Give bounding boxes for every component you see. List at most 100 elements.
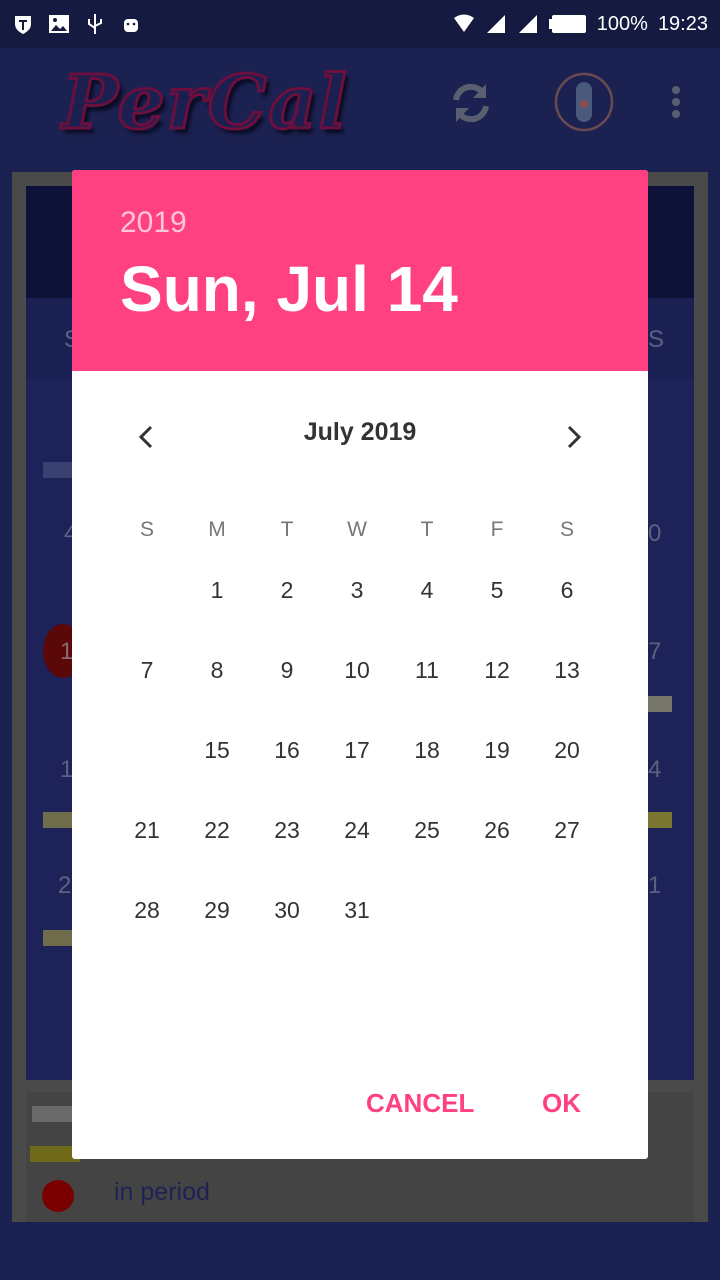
chevron-left-icon[interactable] (132, 422, 162, 452)
battery-percent: 100% (596, 12, 648, 35)
day-cell[interactable]: 17 (322, 710, 392, 790)
day-cell[interactable]: 24 (322, 790, 392, 870)
day-cell[interactable]: 3 (322, 550, 392, 630)
bg-fragment: 2 (58, 872, 72, 899)
cancel-button[interactable]: CANCEL (366, 1088, 474, 1119)
empty-cell (112, 550, 182, 630)
day-number: 30 (274, 897, 300, 923)
legend-label-period: in period (114, 1178, 210, 1206)
weekday-label: F (490, 518, 504, 541)
week-row: 28 29 30 31 (112, 870, 602, 950)
more-vert-icon[interactable] (666, 84, 686, 124)
android-icon (124, 19, 138, 32)
day-number: 10 (344, 657, 370, 683)
bg-fragment: 0 (648, 520, 662, 547)
day-cell[interactable]: 7 (112, 630, 182, 710)
app-bar: PerCal (0, 48, 720, 170)
day-cell[interactable]: 27 (532, 790, 602, 870)
day-number: 3 (350, 577, 364, 603)
day-number: 5 (490, 577, 504, 603)
status-bar: 100% 19:23 (0, 0, 720, 48)
day-cell[interactable]: 10 (322, 630, 392, 710)
day-cell[interactable]: 20 (532, 710, 602, 790)
day-cell[interactable]: 29 (182, 870, 252, 950)
day-cell[interactable]: 11 (392, 630, 462, 710)
sync-icon[interactable] (446, 78, 496, 128)
week-row: 21 22 23 24 25 26 27 (112, 790, 602, 870)
empty-cell (392, 870, 462, 950)
weekday-label: S (139, 518, 154, 541)
day-cell[interactable]: 21 (112, 790, 182, 870)
day-cell[interactable]: 26 (462, 790, 532, 870)
selected-date-label: Sun, Jul 14 (120, 253, 458, 325)
usb-icon (88, 14, 102, 34)
day-number: 31 (344, 897, 370, 923)
bg-fragment: 1 (648, 872, 662, 899)
shield-icon (15, 16, 31, 34)
day-number: 2 (280, 577, 294, 603)
day-number: 15 (204, 737, 230, 763)
day-cell[interactable]: 12 (462, 630, 532, 710)
week-row: 7 8 9 10 11 12 13 (112, 630, 602, 710)
day-number: 6 (560, 577, 574, 603)
ok-button[interactable]: OK (542, 1088, 581, 1119)
weekday-label: T (420, 518, 434, 541)
weekday-label: S (559, 518, 574, 541)
day-number: 12 (484, 657, 510, 683)
day-number: 20 (554, 737, 580, 763)
weekday-label: T (280, 518, 294, 541)
day-cell[interactable]: 6 (532, 550, 602, 630)
day-number: 18 (414, 737, 440, 763)
legend-swatch-period (42, 1180, 74, 1212)
bg-fragment: 7 (648, 638, 662, 665)
image-icon (49, 15, 69, 33)
weekday-header: SMTWTFS (112, 510, 602, 550)
day-number: 13 (554, 657, 580, 683)
day-cell[interactable]: 8 (182, 630, 252, 710)
day-cell[interactable]: 18 (392, 710, 462, 790)
day-number: 14 (134, 737, 160, 763)
year-label[interactable]: 2019 (120, 206, 600, 240)
pad-cycle-icon[interactable] (552, 70, 616, 134)
day-number: 19 (484, 737, 510, 763)
day-cell[interactable]: 28 (112, 870, 182, 950)
day-cell[interactable]: 22 (182, 790, 252, 870)
day-number: 8 (210, 657, 224, 683)
day-cell[interactable]: 19 (462, 710, 532, 790)
day-cell[interactable]: 2 (252, 550, 322, 630)
clock: 19:23 (657, 12, 708, 35)
day-number: 9 (280, 657, 294, 683)
day-cell[interactable]: 30 (252, 870, 322, 950)
day-number: 25 (414, 817, 440, 843)
day-cell[interactable]: 31 (322, 870, 392, 950)
day-cell[interactable]: 16 (252, 710, 322, 790)
day-cell[interactable]: 1 (182, 550, 252, 630)
day-cell[interactable]: 23 (252, 790, 322, 870)
bg-fragment: 4 (648, 756, 662, 783)
app-logo: PerCal (61, 59, 349, 148)
day-number: 11 (415, 657, 439, 683)
signal-icon (486, 15, 505, 33)
day-cell[interactable]: 15 (182, 710, 252, 790)
day-cell[interactable]: 5 (462, 550, 532, 630)
day-cell[interactable]: 4 (392, 550, 462, 630)
calendar-grid: SMTWTFS 1 2 3 4 5 6 7 8 9 10 11 12 13 14 15 16 17 18 19 20 2… (107, 510, 602, 950)
signal-icon (518, 15, 537, 33)
day-number: 27 (554, 817, 580, 843)
day-number: 16 (274, 737, 300, 763)
weekday-label: W (347, 518, 367, 541)
day-number: 21 (134, 817, 160, 843)
day-number: 29 (204, 897, 230, 923)
day-cell[interactable]: 25 (392, 790, 462, 870)
date-picker-dialog: 2019 Sun, Jul 14 July 2019 SMTWTFS 12345… (72, 170, 648, 1159)
day-cell-selected[interactable]: 14 (107, 710, 187, 790)
day-cell[interactable]: 13 (532, 630, 602, 710)
wifi-icon (453, 14, 474, 32)
day-cell[interactable]: 9 (252, 630, 322, 710)
week-row: 14 15 16 17 18 19 20 (107, 710, 602, 790)
chevron-right-icon[interactable] (558, 422, 588, 452)
week-row: 1 2 3 4 5 6 (112, 550, 602, 630)
day-number: 7 (140, 657, 154, 683)
day-number: 23 (274, 817, 300, 843)
empty-cell (532, 870, 602, 950)
